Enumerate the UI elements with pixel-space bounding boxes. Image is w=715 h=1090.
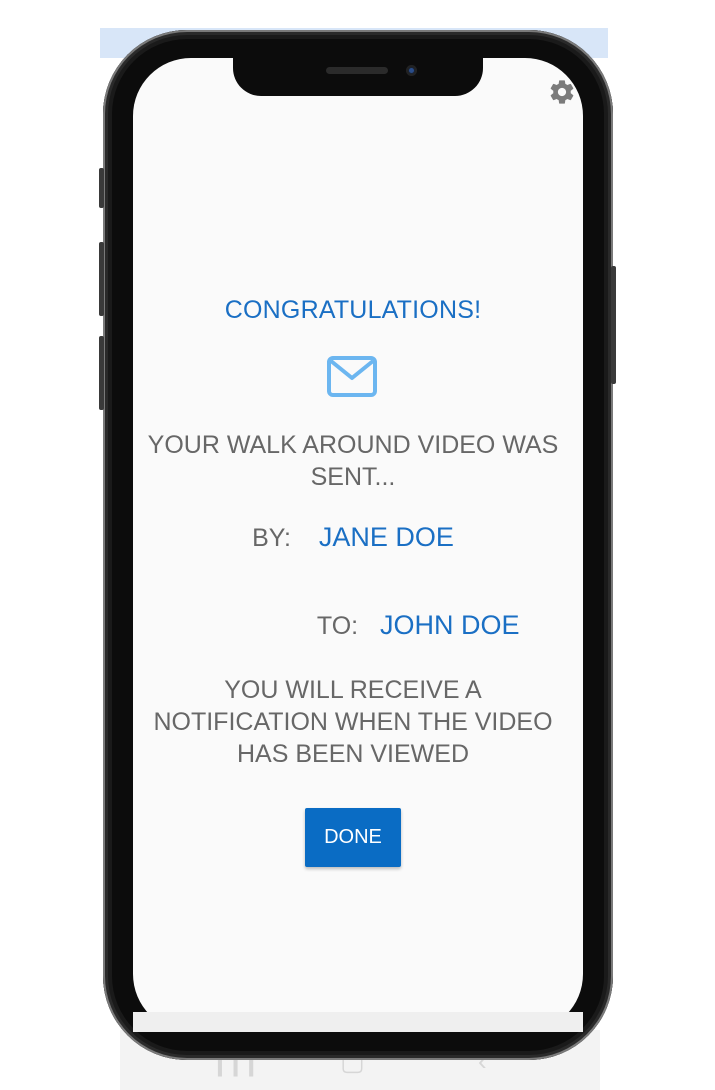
device-mockup: ┃┃┃ ▢ ‹ CONGRATULATIONS! YOUR WALK AROUN… [0,0,715,1090]
notch [233,52,483,96]
mute-switch [99,168,104,208]
power-button [611,266,616,384]
sent-message-line: YOUR WALK AROUND VIDEO WAS [147,431,559,459]
recipient-name: JOHN DOE [380,610,520,640]
notification-line: HAS BEEN VIEWED [237,740,469,768]
sender-label: BY: [252,524,291,552]
screen-bottom-bar [133,1012,583,1032]
front-camera [406,65,417,76]
recipient-row: TO: JOHN DOE [133,610,573,641]
mail-icon [327,356,377,397]
recipient-label: TO: [316,612,359,640]
notification-message: YOU WILL RECEIVE A NOTIFICATION WHEN THE… [133,674,573,770]
page-title: CONGRATULATIONS! [224,296,482,324]
volume-up-button [99,242,104,316]
earpiece-speaker [326,67,388,74]
notification-line: YOU WILL RECEIVE A [224,676,482,704]
sender-name: JANE DOE [318,522,454,552]
sender-row: BY: JANE DOE [133,522,573,553]
sent-message-line: SENT... [310,463,396,491]
sent-message: YOUR WALK AROUND VIDEO WAS SENT... [133,429,573,493]
done-button[interactable]: DONE [305,808,401,867]
notification-line: NOTIFICATION WHEN THE VIDEO [153,708,553,736]
gear-icon[interactable] [548,78,576,106]
volume-down-button [99,336,104,410]
